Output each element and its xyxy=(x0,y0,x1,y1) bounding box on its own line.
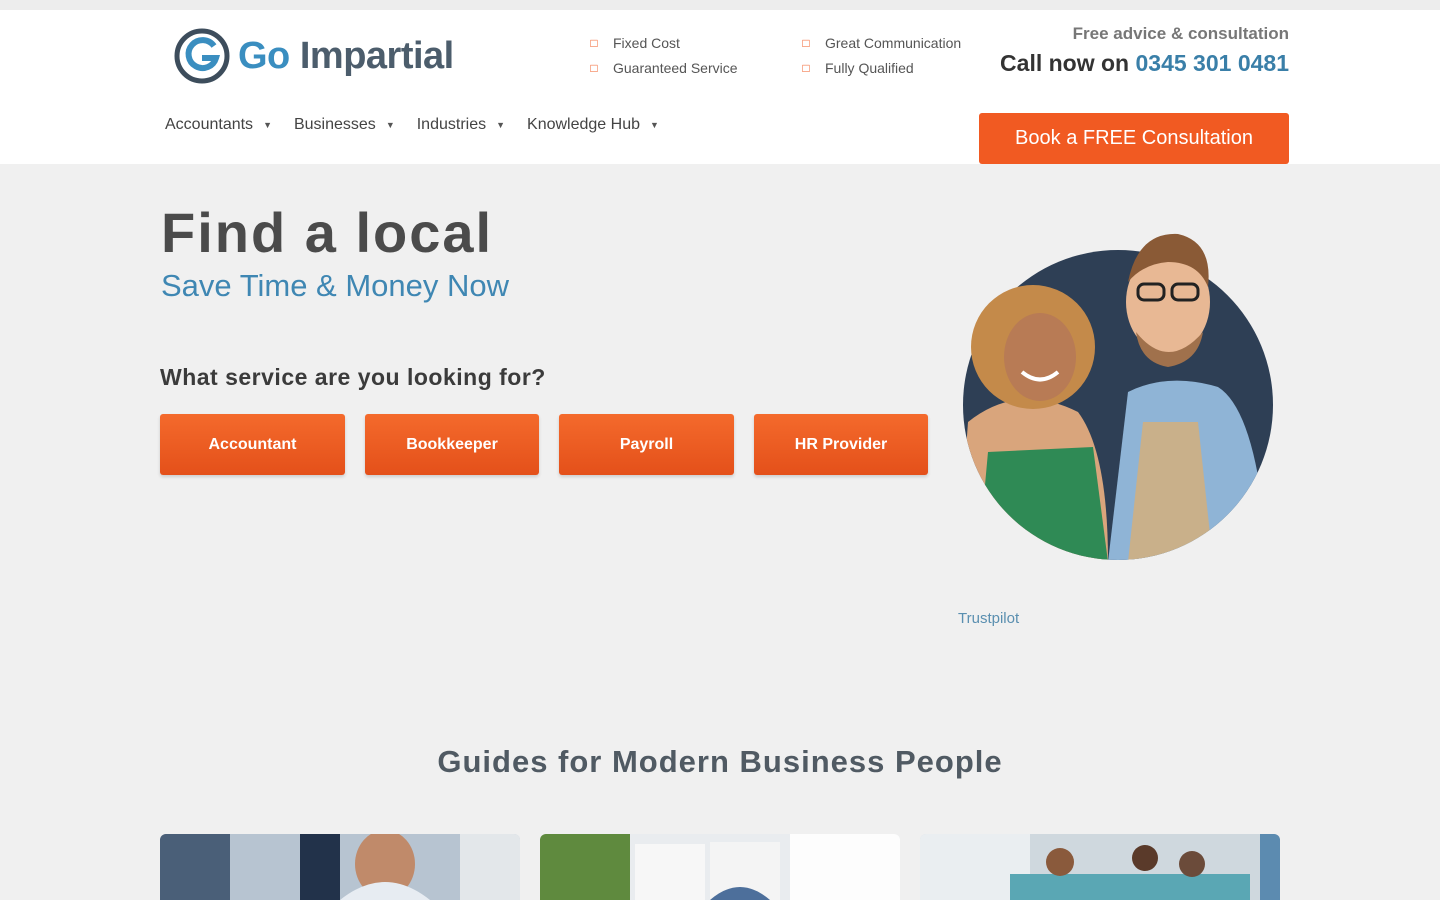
feature-item: □ Fixed Cost xyxy=(588,30,738,55)
caret-down-icon: ▼ xyxy=(496,120,506,130)
call-line: Call now on 0345 301 0481 xyxy=(1000,50,1289,77)
hero-photo xyxy=(963,233,1273,560)
contact-block: Free advice & consultation Call now on 0… xyxy=(1000,24,1289,77)
service-question: What service are you looking for? xyxy=(160,364,546,390)
feature-item: □ Guaranteed Service xyxy=(588,55,738,80)
caret-down-icon: ▼ xyxy=(650,120,659,130)
top-strip xyxy=(0,0,1440,10)
guide-card-image[interactable] xyxy=(160,834,520,900)
logo[interactable]: Go Impartial xyxy=(174,28,454,84)
main-nav: Accountants ▼ Businesses ▼ Industries ▼ … xyxy=(165,116,681,134)
feature-label: Fixed Cost xyxy=(613,34,680,51)
site-header: Go Impartial □ Fixed Cost □ Guaranteed S… xyxy=(0,10,1440,164)
caret-down-icon: ▼ xyxy=(263,120,272,130)
trustpilot-link[interactable]: Trustpilot xyxy=(958,610,1019,627)
logo-impartial: Impartial xyxy=(299,35,454,77)
logo-go: Go xyxy=(238,35,290,77)
guides-title: Guides for Modern Business People xyxy=(437,744,1003,779)
feature-label: Fully Qualified xyxy=(825,59,914,76)
feature-item: □ Fully Qualified xyxy=(800,55,961,80)
hero-subtitle: Save Time & Money Now xyxy=(161,268,510,303)
features-col-2: □ Great Communication □ Fully Qualified xyxy=(800,30,961,80)
logo-mark-icon xyxy=(174,28,230,84)
feature-label: Great Communication xyxy=(825,34,962,51)
check-icon: □ xyxy=(802,35,810,50)
nav-label: Accountants xyxy=(165,116,254,133)
feature-item: □ Great Communication xyxy=(800,30,961,55)
nav-item-industries[interactable]: Industries ▼ xyxy=(417,116,505,134)
nav-item-businesses[interactable]: Businesses ▼ xyxy=(294,116,395,134)
service-button-bookkeeper[interactable]: Bookkeeper xyxy=(365,414,539,475)
hero-title: Find a local xyxy=(161,201,494,264)
guide-card-image[interactable] xyxy=(540,834,900,900)
check-icon: □ xyxy=(590,35,598,50)
service-button-payroll[interactable]: Payroll xyxy=(559,414,734,475)
nav-label: Businesses xyxy=(293,116,376,133)
check-icon: □ xyxy=(802,60,810,75)
nav-item-knowledge-hub[interactable]: Knowledge Hub ▼ xyxy=(527,116,659,134)
guide-card-image[interactable] xyxy=(920,834,1280,900)
nav-label: Knowledge Hub xyxy=(527,116,640,133)
features-col-1: □ Fixed Cost □ Guaranteed Service xyxy=(588,30,738,80)
call-prefix: Call now on xyxy=(1000,50,1130,76)
feature-label: Guaranteed Service xyxy=(613,59,738,76)
service-button-hr-provider[interactable]: HR Provider xyxy=(754,414,928,475)
nav-label: Industries xyxy=(416,116,487,133)
nav-item-accountants[interactable]: Accountants ▼ xyxy=(165,116,272,134)
logo-text: Go Impartial xyxy=(238,37,454,75)
phone-link[interactable]: 0345 301 0481 xyxy=(1136,50,1290,76)
advice-text: Free advice & consultation xyxy=(1072,24,1289,43)
service-button-accountant[interactable]: Accountant xyxy=(160,414,345,475)
caret-down-icon: ▼ xyxy=(385,120,395,130)
check-icon: □ xyxy=(590,60,598,75)
book-consultation-button[interactable]: Book a FREE Consultation xyxy=(979,113,1289,164)
